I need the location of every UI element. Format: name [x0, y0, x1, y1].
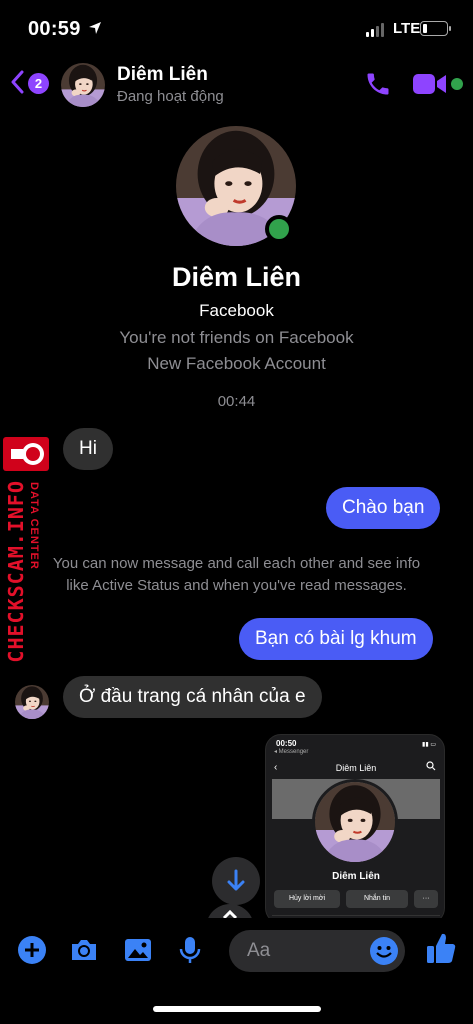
message-timestamp: 00:44 [217, 393, 256, 410]
profile-name: Diêm Liên [171, 262, 302, 292]
attachment-message-btn: Nhắn tin [346, 890, 408, 908]
attachment-time: 00:50 [276, 739, 297, 748]
arrow-down-icon [227, 869, 245, 891]
message-input[interactable]: Aa [229, 930, 405, 972]
microphone-icon[interactable] [174, 934, 206, 966]
online-indicator [451, 78, 463, 90]
attachment-more-btn: ··· [414, 890, 438, 908]
profile-account-note: New Facebook Account [147, 354, 326, 373]
message-placeholder: Aa [247, 940, 271, 961]
attachment-name: Diêm Liên [332, 871, 380, 882]
system-message-line: like Active Status and when you've read … [66, 577, 407, 594]
attachment-avatar [312, 779, 398, 865]
profile-friend-status: You're not friends on Facebook [119, 328, 354, 347]
image-attachment[interactable]: 00:50 ◂ Messenger ▮▮ ▭ ‹ Diêm Liên Diêm … [265, 734, 445, 924]
attachment-divider [272, 915, 440, 916]
outgoing-message[interactable]: Bạn có bài lg khum [239, 618, 433, 660]
unread-badge[interactable]: 2 [28, 73, 49, 94]
plus-icon[interactable] [16, 934, 48, 966]
watermark-text: CHECKSCAM.INFO [4, 480, 28, 663]
phone-call-icon[interactable] [364, 70, 392, 98]
watermark-subtext: DATA CENTER [28, 482, 40, 570]
active-status: Đang hoạt động [117, 88, 224, 105]
camera-icon[interactable] [68, 934, 100, 966]
profile-online-indicator [265, 215, 293, 243]
emoji-icon[interactable] [369, 936, 399, 966]
watermark-logo [3, 437, 49, 471]
location-arrow-icon [89, 22, 101, 34]
attachment-title: Diêm Liên [335, 763, 377, 773]
attachment-search-icon [426, 761, 436, 771]
status-bar: 00:59 LTE [0, 0, 473, 60]
sender-avatar[interactable] [15, 685, 49, 719]
attachment-cancel-request: Hủy lời mời [274, 890, 340, 908]
scroll-down-button[interactable] [212, 857, 260, 905]
back-chevron-icon[interactable] [10, 70, 24, 94]
network-label: LTE [393, 20, 421, 37]
contact-name[interactable]: Diêm Liên [117, 64, 208, 86]
outgoing-message[interactable]: Chào bạn [326, 487, 441, 529]
gallery-icon[interactable] [122, 934, 154, 966]
chat-header: 2 Diêm Liên Đang hoạt động [0, 60, 473, 108]
thumbs-up-icon[interactable] [424, 930, 458, 966]
signal-icon [366, 23, 384, 37]
video-call-icon[interactable] [412, 71, 448, 97]
incoming-message[interactable]: Ở đầu trang cá nhân của e [63, 676, 322, 718]
attachment-status-icons: ▮▮ ▭ [422, 742, 436, 748]
attachment-back-label: ◂ Messenger [274, 749, 309, 755]
status-time: 00:59 [28, 18, 81, 40]
header-avatar[interactable] [61, 63, 105, 107]
home-indicator [153, 1006, 321, 1012]
system-message-line: You can now message and call each other … [52, 555, 421, 572]
battery-icon [420, 21, 451, 36]
profile-platform: Facebook [199, 301, 274, 320]
incoming-message[interactable]: Hi [63, 428, 113, 470]
